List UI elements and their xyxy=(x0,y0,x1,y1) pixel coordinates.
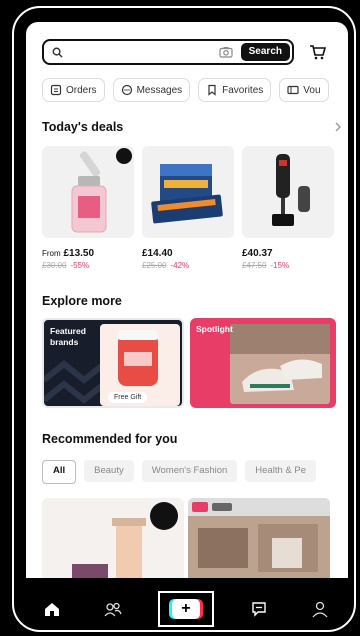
product-image-home xyxy=(188,498,330,572)
deals-title: Today's deals xyxy=(42,120,124,134)
deal-image-bars xyxy=(142,146,234,238)
spotlight-label: Spotlight xyxy=(196,324,233,334)
filter-chip-beauty[interactable]: Beauty xyxy=(84,460,134,482)
deal-original-price: £30.00 xyxy=(42,261,67,270)
free-gift-badge: Free Gift xyxy=(108,392,148,403)
deal-card[interactable]: £14.40 £25.00 -42% xyxy=(142,146,234,270)
explore-title: Explore more xyxy=(42,294,122,308)
recommended-grid xyxy=(42,498,330,578)
deal-original: £30.00 -55% xyxy=(42,261,134,270)
deal-price-prefix: From xyxy=(42,249,61,258)
deal-card[interactable]: £40.37 £47.50 -15% xyxy=(242,146,334,270)
product-card[interactable] xyxy=(188,498,330,578)
tab-favorites-label: Favorites xyxy=(222,84,264,96)
deal-card[interactable]: From £13.50 £30.00 -55% xyxy=(42,146,134,270)
featured-label: Featured brands xyxy=(50,326,86,347)
deal-price-value: £13.50 xyxy=(63,248,95,259)
deal-original: £47.50 -15% xyxy=(242,261,334,270)
deal-image-serum xyxy=(42,146,134,238)
search-icon xyxy=(52,47,63,58)
deals-list: From £13.50 £30.00 -55% £14.40 £25.00 -4… xyxy=(42,146,334,270)
product-card[interactable] xyxy=(42,498,184,578)
nav-profile[interactable] xyxy=(305,594,335,624)
messages-icon xyxy=(121,84,132,96)
tab-vouchers-label: Vou xyxy=(303,84,321,96)
spotlight-card[interactable]: Spotlight xyxy=(190,318,336,408)
nav-inbox[interactable] xyxy=(244,594,274,624)
tab-orders[interactable]: Orders xyxy=(42,78,105,102)
tab-vouchers[interactable]: Vou xyxy=(279,78,329,102)
deal-original-price: £25.00 xyxy=(142,261,167,270)
filter-chip-health[interactable]: Health & Pe xyxy=(245,460,316,482)
search-input[interactable]: Search xyxy=(42,39,294,65)
camera-icon[interactable] xyxy=(219,46,233,58)
deal-image-tool xyxy=(242,146,334,238)
home-icon xyxy=(45,603,60,616)
explore-cards: Featured brands Free Gift Spotlight xyxy=(42,318,336,408)
product-image-skincare xyxy=(72,502,178,578)
chevron-right-icon[interactable] xyxy=(334,122,342,132)
tab-favorites[interactable]: Favorites xyxy=(198,78,272,102)
create-button[interactable]: + xyxy=(157,591,214,627)
deal-discount: -15% xyxy=(270,261,290,270)
bookmark-icon xyxy=(208,84,216,96)
phone-frame: Search Orders Messages Favorites Vou Tod… xyxy=(12,6,356,632)
category-filters: All Beauty Women's Fashion Health & Pe xyxy=(42,460,316,484)
deal-original-price: £47.50 xyxy=(242,261,267,270)
filter-chip-all[interactable]: All xyxy=(42,460,77,484)
quick-tabs: Orders Messages Favorites Vou xyxy=(42,78,329,102)
recommended-title: Recommended for you xyxy=(42,432,178,446)
deal-price-value: £40.37 xyxy=(242,248,273,259)
featured-brands-card[interactable]: Featured brands Free Gift xyxy=(42,318,184,408)
filter-chip-womens-fashion[interactable]: Women's Fashion xyxy=(141,460,238,482)
search-row: Search xyxy=(42,38,340,66)
inbox-icon xyxy=(252,602,267,617)
nav-friends[interactable] xyxy=(98,594,128,624)
tab-messages-label: Messages xyxy=(136,84,183,96)
profile-icon xyxy=(312,601,328,618)
shop-screen: Search Orders Messages Favorites Vou Tod… xyxy=(26,22,348,578)
nav-home[interactable] xyxy=(37,594,67,624)
create-icon: + xyxy=(171,599,200,619)
deal-price: £40.37 xyxy=(242,248,334,259)
deal-original: £25.00 -42% xyxy=(142,261,234,270)
deal-price: From £13.50 xyxy=(42,248,134,259)
deal-discount: -42% xyxy=(170,261,190,270)
tab-messages[interactable]: Messages xyxy=(112,78,191,102)
friends-icon xyxy=(104,602,122,617)
cart-icon[interactable] xyxy=(308,43,326,61)
deal-price-value: £14.40 xyxy=(142,248,173,259)
deal-discount: -55% xyxy=(70,261,90,270)
bottom-nav: + xyxy=(14,584,354,630)
orders-icon xyxy=(50,84,62,96)
voucher-icon xyxy=(287,85,299,95)
tab-orders-label: Orders xyxy=(66,84,97,96)
search-button[interactable]: Search xyxy=(240,43,290,61)
deal-price: £14.40 xyxy=(142,248,234,259)
